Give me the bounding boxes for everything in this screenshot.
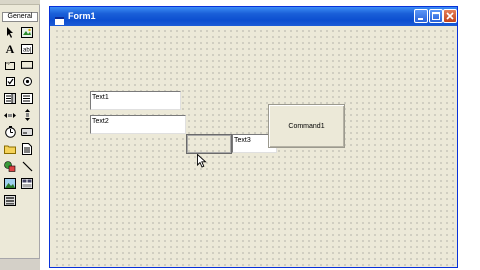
textbox-text1[interactable]: Text1 [90,91,181,110]
label-icon[interactable]: A [3,42,17,56]
data-icon[interactable] [20,176,34,190]
maximize-icon [432,12,440,20]
listbox-icon[interactable] [20,91,34,105]
svg-text:xy: xy [6,60,10,65]
hscrollbar-icon[interactable] [3,108,17,122]
image-icon[interactable] [3,176,17,190]
dirlistbox-icon[interactable] [3,142,17,156]
minimize-button[interactable] [414,9,428,23]
toolbox-tab-general[interactable]: General [2,12,38,22]
maximize-button[interactable] [429,9,443,23]
optionbutton-icon[interactable] [20,74,34,88]
toolbox-header [0,0,40,5]
vscrollbar-icon[interactable] [20,108,34,122]
form-designer-window[interactable]: Form1 Text1 Text2 Text3 Command1 [49,6,458,268]
mouse-cursor-icon [197,153,207,168]
shape-icon[interactable] [3,159,17,173]
textbox-text2[interactable]: Text2 [90,115,186,134]
pointer-icon[interactable] [3,25,17,39]
form-titlebar[interactable]: Form1 [50,7,457,26]
form-title: Form1 [68,11,96,21]
toolbox: General A ab| xy [0,0,40,270]
form-icon [55,12,64,25]
timer-icon[interactable] [3,125,17,139]
textbox-icon[interactable]: ab| [20,42,34,56]
frame-icon[interactable]: xy [3,58,17,72]
filelistbox-icon[interactable] [20,142,34,156]
checkbox-icon[interactable] [3,74,17,88]
picturebox-icon[interactable] [20,25,34,39]
ole-icon[interactable] [3,193,17,207]
close-button[interactable] [443,9,457,23]
line-icon[interactable] [20,159,34,173]
selection-rectangle [186,134,232,154]
commandbutton-icon[interactable] [20,58,34,72]
close-icon [446,12,454,20]
drivelistbox-icon[interactable] [20,125,34,139]
minimize-icon [418,18,423,20]
svg-text:ab|: ab| [23,48,32,54]
form-client-area[interactable]: Text1 Text2 Text3 Command1 [53,27,454,266]
toolbox-footer [0,258,40,270]
command-button-command1[interactable]: Command1 [268,104,345,148]
combobox-icon[interactable] [3,91,17,105]
